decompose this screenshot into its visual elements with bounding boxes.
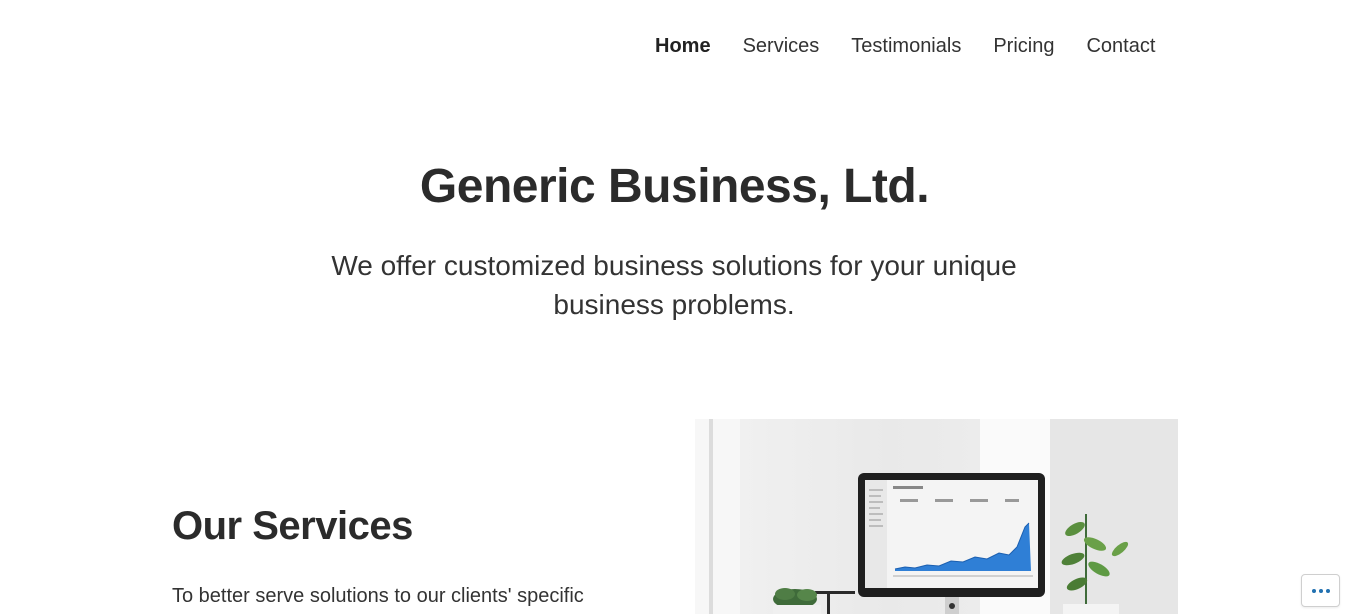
ellipsis-dot — [1325, 588, 1330, 593]
services-text: To better serve solutions to our clients… — [172, 585, 584, 607]
services-title: Our Services — [172, 504, 413, 548]
desk-computer-photo — [695, 419, 1178, 614]
nav-item-testimonials[interactable]: Testimonials — [851, 33, 961, 59]
ellipsis-icon — [1311, 588, 1316, 593]
nav-item-services[interactable]: Services — [743, 33, 820, 59]
nav-item-pricing[interactable]: Pricing — [993, 33, 1054, 59]
nav-item-home[interactable]: Home — [655, 33, 711, 59]
hero-title: Generic Business, Ltd. — [419, 160, 930, 213]
ellipsis-dot — [1318, 588, 1323, 593]
nav-item-contact[interactable]: Contact — [1086, 33, 1155, 59]
main-nav: Home Services Testimonials Pricing Conta… — [655, 33, 1155, 59]
hero-subtitle: We offer customized business solutions f… — [331, 250, 1017, 320]
more-options-button[interactable] — [1301, 574, 1340, 607]
